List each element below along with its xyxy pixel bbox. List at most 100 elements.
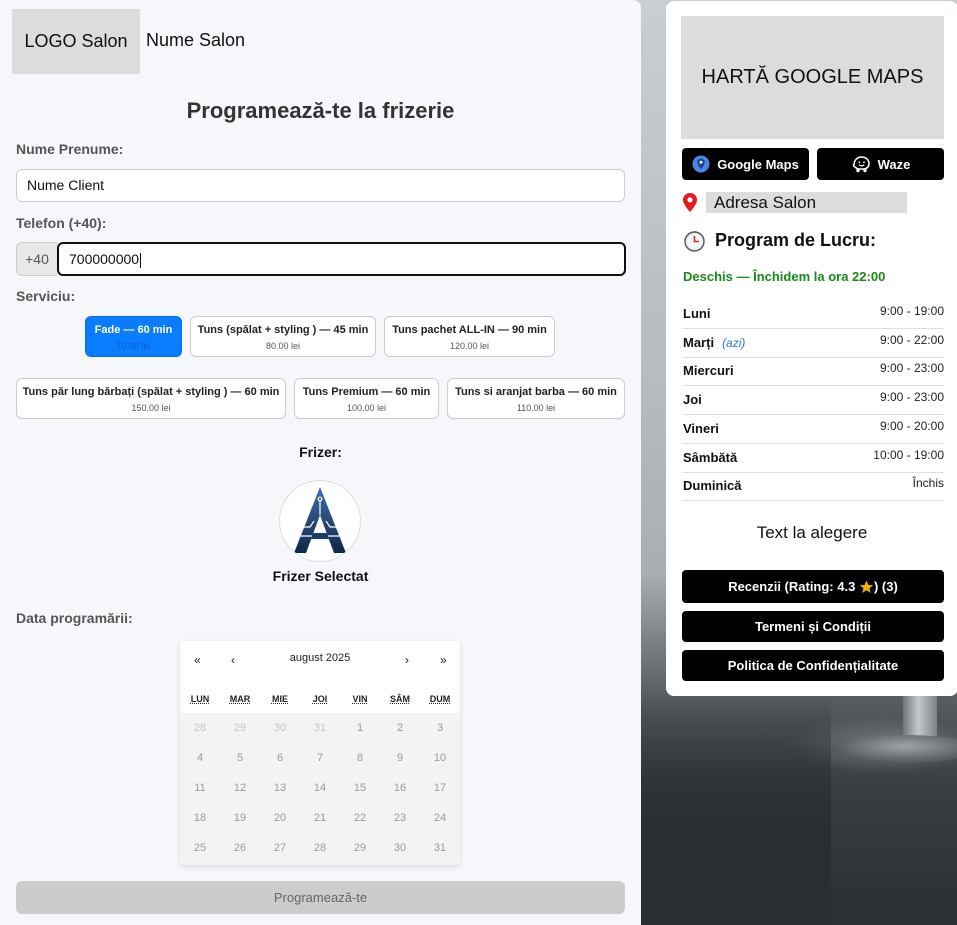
service-option-tuns-styling[interactable]: Tuns (spălat + styling ) — 45 min 80.00 … xyxy=(190,316,376,357)
calendar-day[interactable]: 22 xyxy=(340,812,380,824)
service-option-fade[interactable]: Fade — 60 min 70.00 lei xyxy=(85,316,182,357)
schedule-row: Sâmbătă 10:00 - 19:00 xyxy=(683,444,944,473)
calendar-weekday: SÂM xyxy=(390,694,410,704)
calendar-day[interactable]: 20 xyxy=(260,812,300,824)
service-price: 120.00 lei xyxy=(449,341,490,351)
calendar-day[interactable]: 23 xyxy=(380,812,420,824)
calendar-day[interactable]: 19 xyxy=(220,812,260,824)
name-label: Nume Prenume: xyxy=(16,141,124,157)
calendar-weekday: MAR xyxy=(229,694,251,704)
service-option-par-lung[interactable]: Tuns păr lung bărbați (spălat + styling … xyxy=(16,378,286,419)
schedule-hours: 10:00 - 19:00 xyxy=(873,447,944,462)
schedule-row: Luni 9:00 - 19:00 xyxy=(683,300,944,329)
google-maps-button[interactable]: Google Maps xyxy=(682,148,809,180)
google-maps-icon xyxy=(692,155,710,173)
schedule-row: Joi 9:00 - 23:00 xyxy=(683,386,944,416)
map-placeholder[interactable]: HARTĂ GOOGLE MAPS xyxy=(681,16,944,139)
salon-logo: LOGO Salon xyxy=(12,9,140,74)
calendar-month-label[interactable]: august 2025 xyxy=(180,652,460,664)
calendar-day[interactable]: 3 xyxy=(420,722,460,734)
reviews-suffix: ) (3) xyxy=(873,579,898,594)
waze-label: Waze xyxy=(877,156,911,172)
service-name: Tuns si aranjat barba — 60 min xyxy=(455,386,617,398)
service-option-barba[interactable]: Tuns si aranjat barba — 60 min 110.00 le… xyxy=(447,378,625,419)
calendar-day[interactable]: 21 xyxy=(300,812,340,824)
service-price: 110.00 lei xyxy=(516,403,556,413)
background-base xyxy=(830,735,957,763)
service-name: Tuns pachet ALL-IN — 90 min xyxy=(392,324,547,336)
schedule-hours: 9:00 - 19:00 xyxy=(879,304,944,318)
calendar-day[interactable]: 16 xyxy=(380,782,420,794)
calendar-day[interactable]: 4 xyxy=(180,752,220,764)
schedule-day-name: Joi xyxy=(683,392,702,408)
page-title: Programează-te la frizerie xyxy=(186,98,455,123)
calendar-day[interactable]: 29 xyxy=(340,842,380,854)
calendar-day[interactable]: 31 xyxy=(420,842,460,854)
calendar-weekday: LUN xyxy=(190,694,210,704)
calendar-weekday: MIE xyxy=(271,694,288,704)
schedule-hours: 9:00 - 23:00 xyxy=(879,390,944,405)
salon-info-panel: HARTĂ GOOGLE MAPS Google Maps Waze Adres… xyxy=(666,1,957,696)
service-option-all-in[interactable]: Tuns pachet ALL-IN — 90 min 120.00 lei xyxy=(384,316,555,357)
calendar-day[interactable]: 11 xyxy=(180,782,220,794)
calendar-day[interactable]: 27 xyxy=(260,842,300,854)
calendar-day[interactable]: 10 xyxy=(420,752,460,764)
schedule-day-name: Marți xyxy=(683,334,715,350)
schedule-hours: 9:00 - 22:00 xyxy=(879,332,944,347)
calendar-day[interactable]: 5 xyxy=(220,752,260,764)
service-name: Tuns Premium — 60 min xyxy=(302,386,431,398)
star-icon xyxy=(859,580,874,593)
calendar-day[interactable]: 13 xyxy=(260,782,300,794)
schedule-row: Miercuri 9:00 - 23:00 xyxy=(683,357,944,387)
calendar-day[interactable]: 15 xyxy=(340,782,380,794)
service-price: 70.00 lei xyxy=(116,341,151,351)
calendar-day-outside-month: 28 xyxy=(193,722,207,734)
calendar-day[interactable]: 28 xyxy=(300,842,340,854)
calendar-day[interactable]: 18 xyxy=(180,812,220,824)
calendar-day[interactable]: 1 xyxy=(340,722,380,734)
calendar-day[interactable]: 25 xyxy=(180,842,220,854)
next-month-button[interactable]: › xyxy=(405,653,409,667)
calendar-day[interactable]: 26 xyxy=(220,842,260,854)
next-year-button[interactable]: » xyxy=(440,653,447,667)
barber-name: Frizer Selectat xyxy=(272,568,369,584)
phone-prefix: +40 xyxy=(16,242,57,276)
reviews-button[interactable]: Recenzii (Rating: 4.3 ) (3) xyxy=(682,570,944,603)
waze-button[interactable]: Waze xyxy=(817,148,944,180)
schedule-title: Program de Lucru: xyxy=(715,230,877,250)
terms-button[interactable]: Termeni și Condiții xyxy=(682,611,944,642)
privacy-button[interactable]: Politica de Confidențialitate xyxy=(682,650,944,681)
waze-icon xyxy=(852,156,870,173)
name-input[interactable]: Nume Client xyxy=(16,169,625,202)
calendar-day[interactable]: 17 xyxy=(420,782,460,794)
schedule-row: Vineri 9:00 - 20:00 xyxy=(683,415,944,444)
schedule-day: Miercuri xyxy=(683,363,734,378)
calendar-day[interactable]: 2 xyxy=(380,722,420,734)
calendar-day[interactable]: 6 xyxy=(260,752,300,764)
service-name: Tuns păr lung bărbați (spălat + styling … xyxy=(22,386,280,398)
booking-panel: LOGO Salon Nume Salon Programează-te la … xyxy=(0,0,641,925)
service-option-premium[interactable]: Tuns Premium — 60 min 100.00 lei xyxy=(294,378,439,419)
reviews-prefix: Recenzii (Rating: 4.3 xyxy=(728,579,856,594)
location-pin-icon xyxy=(683,193,697,212)
calendar-day[interactable]: 12 xyxy=(220,782,260,794)
calendar-day[interactable]: 14 xyxy=(300,782,340,794)
text-cursor xyxy=(140,252,142,268)
schedule-hours: Închis xyxy=(912,476,944,491)
calendar-day[interactable]: 9 xyxy=(380,752,420,764)
calendar-weekday: DUM xyxy=(429,694,451,704)
date-label: Data programării: xyxy=(16,610,133,626)
calendar-day[interactable]: 7 xyxy=(300,752,340,764)
submit-booking-button[interactable]: Programează-te xyxy=(16,881,625,914)
schedule-day-name: Duminică xyxy=(683,478,742,494)
calendar-weekday: JOI xyxy=(312,694,328,704)
schedule-day-name: Sâmbătă xyxy=(683,449,738,465)
service-name: Fade — 60 min xyxy=(94,324,173,336)
phone-input[interactable]: 700000000 xyxy=(57,242,626,276)
service-price: 150.00 lei xyxy=(131,403,171,413)
calendar-day[interactable]: 8 xyxy=(340,752,380,764)
barber-avatar[interactable] xyxy=(279,480,361,562)
calendar-day[interactable]: 30 xyxy=(380,842,420,854)
calendar-day[interactable]: 24 xyxy=(420,812,460,824)
schedule-day: Luni xyxy=(683,306,710,321)
